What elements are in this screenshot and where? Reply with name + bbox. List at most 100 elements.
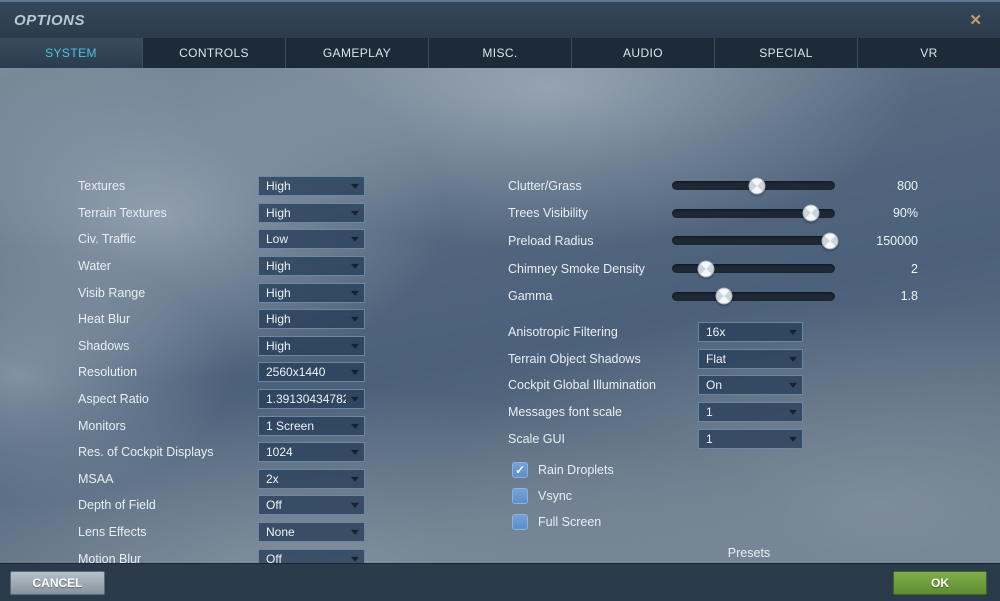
- rain-droplets-checkbox[interactable]: [512, 462, 528, 478]
- cockpit-displays-dropdown[interactable]: 1024: [258, 442, 365, 463]
- vsync-checkbox[interactable]: [512, 488, 528, 504]
- resolution-dropdown[interactable]: 2560x1440: [258, 362, 365, 383]
- msaa-dropdown[interactable]: 2x: [258, 468, 365, 489]
- footer-bar: CANCEL OK: [0, 563, 1000, 601]
- setting-label: Cockpit Global Illumination: [508, 378, 656, 393]
- sliders-column: Clutter/Grass 800 Trees Visibility 90% P…: [508, 172, 918, 310]
- full-screen-checkbox-row[interactable]: Full Screen: [512, 509, 614, 535]
- chevron-down-icon: [351, 476, 359, 482]
- setting-row-visib-range: Visib Range High: [78, 279, 365, 306]
- setting-row-aspect-ratio: Aspect Ratio 1.3913043478261: [78, 386, 365, 413]
- tab-audio[interactable]: AUDIO: [571, 38, 714, 68]
- dropdown-value: 1 Screen: [266, 418, 315, 433]
- setting-row-civ-traffic: Civ. Traffic Low: [78, 226, 365, 253]
- setting-label: Monitors: [78, 418, 126, 433]
- slider-thumb[interactable]: [748, 177, 766, 195]
- tab-vr[interactable]: VR: [857, 38, 1000, 68]
- cockpit-global-illumination-dropdown[interactable]: On: [698, 375, 803, 396]
- chevron-down-icon: [789, 330, 797, 336]
- slider-thumb[interactable]: [715, 287, 733, 305]
- dropdown-value: On: [706, 378, 723, 393]
- setting-label: Water: [78, 259, 111, 274]
- chevron-down-icon: [351, 450, 359, 456]
- textures-dropdown[interactable]: High: [258, 176, 365, 197]
- slider-row-gamma: Gamma 1.8: [508, 282, 918, 310]
- chevron-down-icon: [351, 210, 359, 216]
- setting-label: Visib Range: [78, 285, 146, 300]
- dropdown-value: High: [266, 312, 291, 327]
- setting-label: Terrain Object Shadows: [508, 351, 641, 366]
- chevron-down-icon: [351, 503, 359, 509]
- rain-droplets-checkbox-row[interactable]: Rain Droplets: [512, 457, 614, 483]
- terrain-textures-dropdown[interactable]: High: [258, 202, 365, 223]
- chevron-down-icon: [789, 436, 797, 442]
- chevron-down-icon: [351, 396, 359, 402]
- slider-label: Gamma: [508, 289, 553, 304]
- scale-gui-dropdown[interactable]: 1: [698, 428, 803, 449]
- chevron-down-icon: [351, 290, 359, 296]
- tab-misc[interactable]: MISC.: [428, 38, 571, 68]
- tab-bar: SYSTEM CONTROLS GAMEPLAY MISC. AUDIO SPE…: [0, 38, 1000, 68]
- chevron-down-icon: [351, 317, 359, 323]
- slider-thumb[interactable]: [802, 204, 820, 222]
- setting-label: Aspect Ratio: [78, 392, 149, 407]
- dropdown-value: High: [266, 259, 291, 274]
- full-screen-checkbox[interactable]: [512, 514, 528, 530]
- graphics-settings-column: Textures High Terrain Textures High Civ.…: [78, 173, 365, 601]
- checkbox-group: Rain Droplets Vsync Full Screen: [512, 457, 614, 535]
- slider-label: Chimney Smoke Density: [508, 261, 645, 276]
- setting-label: Resolution: [78, 365, 138, 380]
- trees-visibility-slider[interactable]: [672, 204, 835, 222]
- dropdown-value: Flat: [706, 351, 727, 366]
- clutter-grass-slider[interactable]: [672, 177, 835, 195]
- setting-row-scale-gui: Scale GUI 1: [508, 425, 803, 452]
- shadows-dropdown[interactable]: High: [258, 335, 365, 356]
- tab-system[interactable]: SYSTEM: [0, 38, 142, 68]
- slider-label: Preload Radius: [508, 233, 594, 248]
- water-dropdown[interactable]: High: [258, 256, 365, 277]
- anisotropic-filtering-dropdown[interactable]: 16x: [698, 322, 803, 343]
- dropdown-value: 2560x1440: [266, 365, 326, 380]
- chevron-down-icon: [789, 409, 797, 415]
- terrain-object-shadows-dropdown[interactable]: Flat: [698, 348, 803, 369]
- gamma-slider[interactable]: [672, 287, 835, 305]
- chevron-down-icon: [789, 356, 797, 362]
- setting-row-terrain-textures: Terrain Textures High: [78, 200, 365, 227]
- tab-controls[interactable]: CONTROLS: [142, 38, 285, 68]
- cancel-button[interactable]: CANCEL: [10, 571, 105, 595]
- setting-row-monitors: Monitors 1 Screen: [78, 412, 365, 439]
- slider-value: 2: [911, 261, 918, 276]
- slider-value: 90%: [892, 206, 918, 221]
- chimney-smoke-slider[interactable]: [672, 260, 835, 278]
- visib-range-dropdown[interactable]: High: [258, 282, 365, 303]
- monitors-dropdown[interactable]: 1 Screen: [258, 415, 365, 436]
- dropdown-value: 2x: [266, 471, 279, 486]
- dropdown-value: High: [266, 179, 291, 194]
- slider-thumb[interactable]: [821, 232, 839, 250]
- setting-row-cockpit-illumination: Cockpit Global Illumination On: [508, 372, 803, 399]
- lens-effects-dropdown[interactable]: None: [258, 522, 365, 543]
- chevron-down-icon: [351, 370, 359, 376]
- ok-button[interactable]: OK: [893, 571, 987, 595]
- civ-traffic-dropdown[interactable]: Low: [258, 229, 365, 250]
- setting-label: MSAA: [78, 471, 114, 486]
- slider-thumb[interactable]: [697, 260, 715, 278]
- tab-gameplay[interactable]: GAMEPLAY: [285, 38, 428, 68]
- page-title: OPTIONS: [14, 11, 86, 29]
- dropdown-value: 1024: [266, 445, 293, 460]
- slider-row-chimney-smoke: Chimney Smoke Density 2: [508, 255, 918, 283]
- vsync-checkbox-row[interactable]: Vsync: [512, 483, 614, 509]
- chevron-down-icon: [789, 383, 797, 389]
- heat-blur-dropdown[interactable]: High: [258, 309, 365, 330]
- tab-special[interactable]: SPECIAL: [714, 38, 857, 68]
- presets-title: Presets: [727, 546, 771, 560]
- setting-label: Heat Blur: [78, 312, 131, 327]
- aspect-ratio-dropdown[interactable]: 1.3913043478261: [258, 389, 365, 410]
- preload-radius-slider[interactable]: [672, 232, 839, 250]
- depth-of-field-dropdown[interactable]: Off: [258, 495, 365, 516]
- chevron-down-icon: [351, 263, 359, 269]
- slider-row-trees-visibility: Trees Visibility 90%: [508, 200, 918, 228]
- messages-font-scale-dropdown[interactable]: 1: [698, 402, 803, 423]
- setting-row-terrain-object-shadows: Terrain Object Shadows Flat: [508, 346, 803, 373]
- close-icon[interactable]: ✕: [965, 11, 986, 30]
